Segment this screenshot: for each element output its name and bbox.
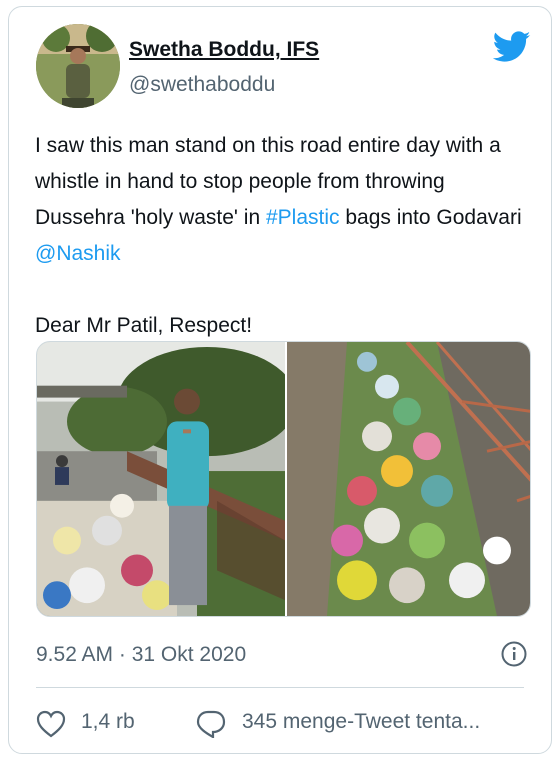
author-handle[interactable]: @swethaboddu bbox=[129, 73, 275, 97]
tweet-timestamp[interactable]: 9.52 AM · 31 Okt 2020 bbox=[36, 643, 246, 667]
reply-icon[interactable] bbox=[196, 710, 226, 738]
reply-link[interactable]: 345 menge-Tweet tenta... bbox=[242, 710, 480, 734]
tweet-photo-man-on-bridge[interactable] bbox=[37, 342, 285, 616]
avatar[interactable] bbox=[36, 24, 120, 108]
heart-icon[interactable] bbox=[36, 710, 66, 738]
divider bbox=[36, 687, 524, 688]
mention-link[interactable]: @Nashik bbox=[35, 242, 121, 265]
info-icon[interactable] bbox=[501, 641, 527, 667]
like-count[interactable]: 1,4 rb bbox=[81, 710, 135, 734]
hashtag-link[interactable]: #Plastic bbox=[266, 206, 340, 229]
twitter-bird-icon[interactable] bbox=[493, 31, 531, 63]
tweet-text-part: bags into Godavari bbox=[339, 206, 522, 229]
tweet-photo-waste-bags[interactable] bbox=[287, 342, 531, 616]
author-name[interactable]: Swetha Boddu, IFS bbox=[129, 38, 319, 62]
tweet-text-closing: Dear Mr Patil, Respect! bbox=[35, 314, 253, 337]
tweet-text: I saw this man stand on this road entire… bbox=[35, 128, 535, 344]
tweet-card: Swetha Boddu, IFS @swethaboddu I saw thi… bbox=[8, 6, 552, 754]
photo-grid bbox=[36, 341, 531, 617]
